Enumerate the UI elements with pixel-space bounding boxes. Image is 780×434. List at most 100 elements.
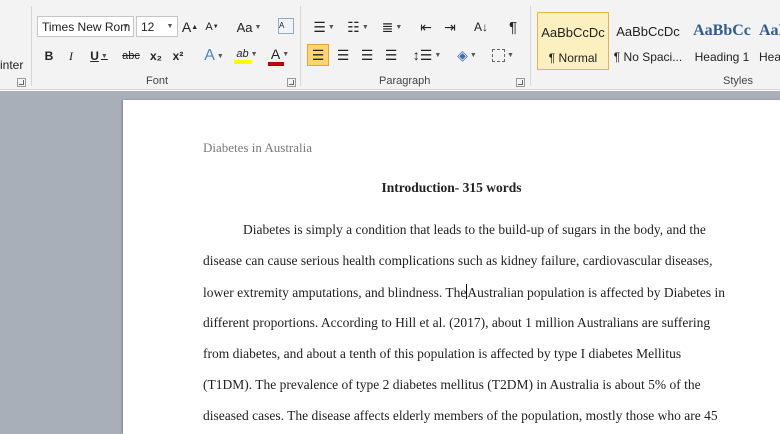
group-separator	[530, 6, 531, 86]
show-marks-button[interactable]: ¶	[503, 16, 523, 38]
font-size-value: 12	[141, 19, 155, 34]
body-line-with-cursor[interactable]: lower extremity amputations, and blindne…	[203, 284, 725, 301]
bold-button[interactable]: B	[40, 45, 58, 67]
body-line[interactable]: (T1DM). The prevalence of type 2 diabete…	[203, 377, 701, 393]
change-case-button[interactable]: Aa ▼	[235, 16, 263, 38]
style-heading-1[interactable]: AaBbCc Heading 1	[686, 12, 758, 70]
style-normal[interactable]: AaBbCcDc ¶ Normal	[537, 12, 609, 70]
underline-icon: U	[90, 49, 99, 63]
style-heading-2[interactable]: AaBbCc Hea	[759, 12, 780, 70]
borders-button[interactable]: ▼	[488, 44, 518, 66]
line-spacing-icon: ↕☰	[412, 46, 433, 63]
strikethrough-icon: abc	[122, 50, 140, 62]
pilcrow-icon: ¶	[508, 18, 518, 36]
clipboard-dialog-launcher[interactable]	[17, 78, 26, 87]
document-canvas[interactable]: Diabetes in Australia Introduction- 315 …	[0, 91, 780, 434]
bullets-icon: ☰	[313, 18, 326, 35]
decrease-indent-button[interactable]: ⇤	[416, 16, 436, 38]
numbering-button[interactable]: ☷ ▼	[343, 16, 373, 38]
font-group-label: Font	[146, 75, 169, 87]
italic-icon: I	[69, 48, 73, 63]
decrease-indent-icon: ⇤	[420, 18, 432, 35]
chevron-down-icon[interactable]: ▼	[163, 17, 177, 36]
grow-font-icon: A	[181, 19, 192, 35]
text-effects-icon: A	[204, 47, 215, 64]
font-color-bar	[268, 62, 284, 66]
group-separator	[31, 6, 32, 86]
line-spacing-button[interactable]: ↕☰ ▼	[412, 44, 442, 66]
body-text: Australian population is affected by Dia…	[467, 285, 726, 300]
body-line[interactable]: different proportions. According to Hill…	[203, 315, 710, 331]
sort-icon: A↓	[473, 20, 488, 34]
format-painter-button[interactable]: inter	[0, 54, 30, 76]
body-text: lower extremity amputations, and blindne…	[203, 285, 467, 300]
paint-bucket-icon: ◈	[457, 46, 468, 63]
increase-indent-button[interactable]: ⇥	[440, 16, 460, 38]
clear-formatting-button[interactable]: A	[276, 15, 296, 37]
shading-button[interactable]: ◈ ▼	[452, 44, 482, 66]
font-color-button[interactable]: A ▼	[266, 45, 294, 67]
justify-icon: ☰	[384, 46, 398, 63]
font-size-combo[interactable]: 12 ▼	[136, 16, 178, 37]
highlight-button[interactable]: ab ▼	[232, 45, 262, 67]
font-name-value: Times New Rom	[42, 19, 131, 34]
justify-button[interactable]: ☰	[381, 44, 401, 66]
bullets-button[interactable]: ☰ ▼	[309, 16, 339, 38]
shrink-font-button[interactable]: A ▼	[203, 16, 221, 38]
font-dialog-launcher[interactable]	[287, 78, 296, 87]
grow-font-button[interactable]: A ▲	[181, 16, 199, 38]
style-name: Heading 1	[694, 50, 750, 64]
strikethrough-button[interactable]: abc	[120, 45, 142, 67]
change-case-icon: Aa	[236, 19, 253, 35]
align-center-icon: ☰	[336, 46, 350, 63]
ribbon: inter Times New Rom ▼ 12 ▼ A ▲ A ▼ Aa ▼ A B…	[0, 0, 780, 90]
paragraph-dialog-launcher[interactable]	[516, 78, 525, 87]
underline-button[interactable]: U ▼	[84, 45, 114, 67]
body-line[interactable]: from diabetes, and about a tenth of this…	[203, 346, 681, 362]
font-name-combo[interactable]: Times New Rom ▼	[37, 16, 134, 37]
body-line[interactable]: diseased cases. The disease affects elde…	[203, 408, 718, 424]
style-sample: AaBbCcDc	[541, 25, 605, 40]
paragraph-group-label: Paragraph	[379, 75, 431, 87]
subscript-button[interactable]: x₂	[147, 45, 165, 67]
italic-button[interactable]: I	[62, 45, 80, 67]
superscript-icon: x²	[172, 49, 184, 63]
highlight-color-bar	[234, 60, 252, 64]
page-header[interactable]: Diabetes in Australia	[203, 140, 312, 156]
body-line[interactable]: disease can cause serious health complic…	[203, 253, 712, 269]
highlighter-icon: ab	[236, 48, 249, 60]
align-left-icon: ☰	[311, 46, 325, 63]
align-right-button[interactable]: ☰	[357, 44, 377, 66]
align-left-button[interactable]: ☰	[307, 44, 329, 66]
multilevel-list-icon: ≣	[381, 18, 394, 35]
format-painter-label: inter	[0, 58, 24, 72]
align-right-icon: ☰	[360, 46, 374, 63]
multilevel-list-button[interactable]: ≣ ▼	[377, 16, 407, 38]
style-sample: AaBbCc	[693, 22, 751, 39]
subscript-icon: x₂	[149, 49, 162, 63]
section-heading[interactable]: Introduction- 315 words	[123, 180, 780, 196]
style-name: ¶ No Spaci...	[613, 50, 683, 64]
styles-group-label: Styles	[723, 75, 753, 87]
increase-indent-icon: ⇥	[444, 18, 456, 35]
text-effects-button[interactable]: A ▼	[200, 45, 228, 67]
chevron-down-icon[interactable]: ▼	[119, 17, 133, 36]
body-line[interactable]: Diabetes is simply a condition that lead…	[243, 222, 706, 238]
style-name: Hea	[759, 50, 780, 64]
align-center-button[interactable]: ☰	[333, 44, 353, 66]
font-color-icon: A	[270, 46, 281, 62]
group-separator	[300, 6, 301, 86]
sort-button[interactable]: A↓	[471, 16, 491, 38]
shrink-font-icon: A	[205, 21, 213, 33]
style-sample: AaBbCc	[759, 22, 780, 39]
numbering-icon: ☷	[347, 18, 360, 35]
superscript-button[interactable]: x²	[169, 45, 187, 67]
style-name: ¶ Normal	[548, 51, 598, 65]
borders-icon	[492, 48, 506, 62]
style-no-spacing[interactable]: AaBbCcDc ¶ No Spaci...	[612, 12, 684, 70]
document-page[interactable]: Diabetes in Australia Introduction- 315 …	[123, 100, 780, 434]
bold-icon: B	[44, 49, 54, 63]
clear-formatting-icon: A	[278, 18, 294, 34]
styles-gallery: AaBbCcDc ¶ Normal AaBbCcDc ¶ No Spaci...…	[535, 8, 780, 70]
style-sample: AaBbCcDc	[616, 24, 680, 39]
